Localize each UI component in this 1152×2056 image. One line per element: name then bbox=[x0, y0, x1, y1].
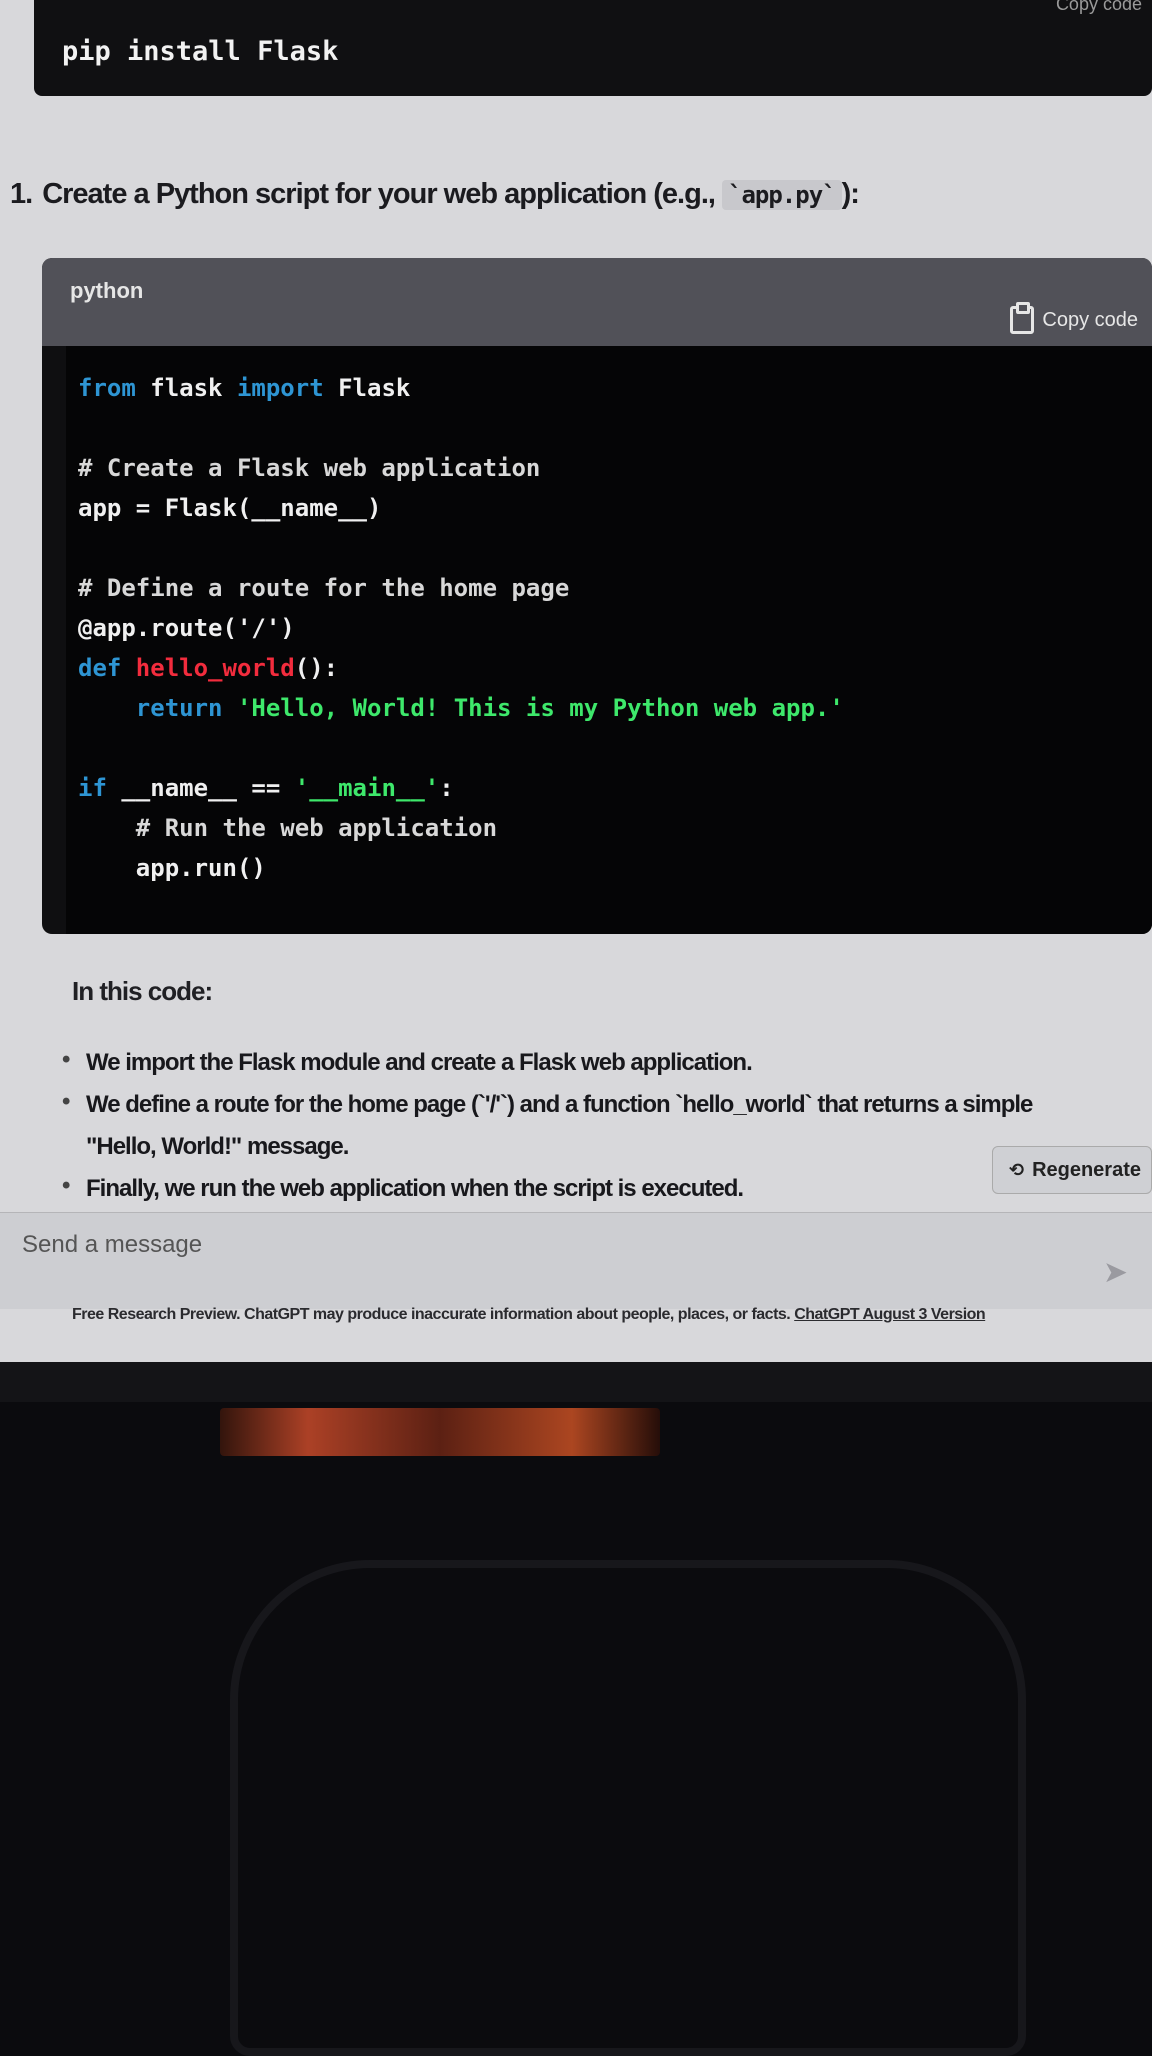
code-line-3: # Create a Flask web application bbox=[78, 454, 541, 482]
token: : bbox=[439, 774, 454, 802]
clipboard-icon bbox=[1010, 302, 1035, 334]
refresh-icon: ⟲ bbox=[1008, 1159, 1025, 1180]
keyboard-glow bbox=[220, 1408, 660, 1456]
explanation-title: In this code: bbox=[72, 976, 213, 1006]
chat-screen: Copy code pip install Flask 1. Create a P… bbox=[0, 0, 1152, 1362]
top-copy-code-button[interactable]: Copy code bbox=[1056, 0, 1142, 15]
step-heading: 1. Create a Python script for your web ap… bbox=[10, 178, 860, 211]
code-line-1: from flask import Flask bbox=[78, 368, 1152, 408]
code-line-9: return 'Hello, World! This is my Python … bbox=[78, 688, 1152, 728]
pip-code-block: Copy code pip install Flask bbox=[34, 0, 1152, 96]
footer-disclaimer: Free Research Preview. ChatGPT may produ… bbox=[72, 1306, 1072, 1324]
chair-outline bbox=[230, 1560, 1026, 2056]
copy-code-button[interactable]: Copy code bbox=[1010, 302, 1138, 334]
step-number: 1. bbox=[10, 178, 33, 210]
regenerate-label: Regenerate bbox=[1032, 1158, 1141, 1181]
code-line-13: app.run() bbox=[78, 854, 266, 882]
token: '__main__' bbox=[294, 774, 440, 802]
token: Flask bbox=[323, 374, 411, 402]
monitor-bezel bbox=[0, 1362, 1152, 1402]
code-line-7: @app.route('/') bbox=[78, 614, 295, 642]
message-placeholder: Send a message bbox=[22, 1231, 203, 1258]
list-item: We define a route for the home page (`'/… bbox=[62, 1081, 1092, 1168]
code-line-12: # Run the web application bbox=[78, 814, 498, 842]
version-link[interactable]: ChatGPT August 3 Version bbox=[794, 1306, 986, 1323]
step-filename: `app.py` bbox=[722, 180, 842, 210]
code-line-8: def hello_world(): bbox=[78, 648, 1152, 688]
token: (): bbox=[294, 654, 339, 682]
disclaimer-text: Free Research Preview. ChatGPT may produ… bbox=[72, 1306, 795, 1323]
send-icon[interactable]: ➤ bbox=[1103, 1255, 1128, 1290]
explanation-list: We import the Flask module and create a … bbox=[62, 1039, 1092, 1210]
token: from bbox=[78, 374, 136, 402]
token: if bbox=[78, 774, 107, 802]
list-item: We import the Flask module and create a … bbox=[62, 1039, 1092, 1084]
pip-command: pip install Flask bbox=[62, 36, 339, 67]
token: hello_world bbox=[121, 654, 295, 682]
token: 'Hello, World! This is my Python web app… bbox=[222, 694, 844, 722]
token: def bbox=[78, 654, 122, 682]
copy-code-label: Copy code bbox=[1042, 308, 1138, 331]
step-text: Create a Python script for your web appl… bbox=[42, 178, 722, 210]
python-code-block: python Copy code from flask import Flask… bbox=[42, 258, 1152, 934]
code-line-6: # Define a route for the home page bbox=[78, 574, 570, 602]
code-line-4: app = Flask(__name__) bbox=[78, 494, 382, 522]
code-block-header: python Copy code bbox=[42, 258, 1152, 346]
token: return bbox=[78, 694, 223, 722]
step-suffix: ): bbox=[841, 178, 860, 210]
code-line-11: if __name__ == '__main__': bbox=[78, 768, 1152, 808]
regenerate-button[interactable]: ⟲ Regenerate bbox=[991, 1146, 1152, 1194]
token: flask bbox=[135, 374, 237, 402]
code-body: from flask import Flask # Create a Flask… bbox=[66, 346, 1152, 934]
token: __name__ == bbox=[106, 774, 295, 802]
code-language: python bbox=[70, 278, 144, 303]
message-input[interactable]: Send a message ➤ bbox=[0, 1212, 1152, 1309]
token: import bbox=[236, 374, 324, 402]
list-item: Finally, we run the web application when… bbox=[62, 1165, 1092, 1210]
